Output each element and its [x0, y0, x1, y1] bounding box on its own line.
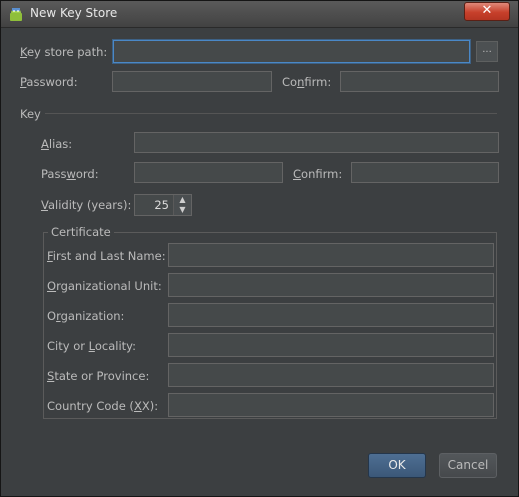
country-code-input[interactable]	[168, 393, 494, 417]
keystore-password-label: Password:	[20, 75, 78, 89]
cert-field-label: Organizational Unit:	[47, 279, 162, 293]
cert-field-label: Country Code (XX):	[47, 399, 159, 413]
key-password-input[interactable]	[134, 162, 283, 183]
cert-field-label: Organization:	[47, 309, 125, 323]
alias-label: Alias:	[41, 137, 73, 151]
organization-input[interactable]	[168, 303, 494, 327]
organizational-unit-input[interactable]	[168, 273, 494, 297]
cancel-button[interactable]: Cancel	[439, 453, 497, 478]
title-bar: New Key Store ✕	[1, 1, 518, 28]
keystore-password-input[interactable]	[112, 71, 272, 92]
certificate-section-label: Certificate	[48, 225, 114, 239]
city-locality-input[interactable]	[168, 333, 494, 357]
validity-spinner[interactable]: 25 ▲ ▼	[134, 194, 192, 216]
validity-label: Validity (years):	[41, 198, 132, 212]
key-section-label: Key	[20, 107, 41, 121]
ok-button[interactable]: OK	[368, 453, 426, 478]
validity-value: 25	[154, 198, 169, 212]
first-last-name-input[interactable]	[168, 243, 494, 267]
state-province-input[interactable]	[168, 363, 494, 387]
android-icon	[10, 8, 22, 21]
key-store-path-input[interactable]	[113, 40, 470, 63]
cert-field-label: First and Last Name:	[47, 249, 166, 263]
cert-field-label: City or Locality:	[47, 339, 136, 353]
key-password-label: Password:	[41, 167, 99, 181]
decrement-icon[interactable]: ▼	[174, 205, 191, 215]
key-confirm-label: Confirm:	[293, 167, 343, 181]
browse-button[interactable]: ...	[476, 41, 498, 62]
alias-input[interactable]	[134, 132, 499, 153]
key-section-divider	[45, 113, 497, 114]
keystore-confirm-label: Confirm:	[282, 75, 332, 89]
key-confirm-input[interactable]	[351, 162, 499, 183]
close-button[interactable]: ✕	[464, 2, 510, 21]
key-store-path-label: Key store path:	[20, 45, 108, 59]
window-title: New Key Store	[30, 6, 118, 20]
spinner-buttons: ▲ ▼	[173, 195, 191, 215]
increment-icon[interactable]: ▲	[174, 195, 191, 205]
keystore-confirm-input[interactable]	[340, 71, 499, 92]
new-key-store-dialog: New Key Store ✕ Key store path: ... Pass…	[0, 0, 519, 497]
cert-field-label: State or Province:	[47, 369, 150, 383]
